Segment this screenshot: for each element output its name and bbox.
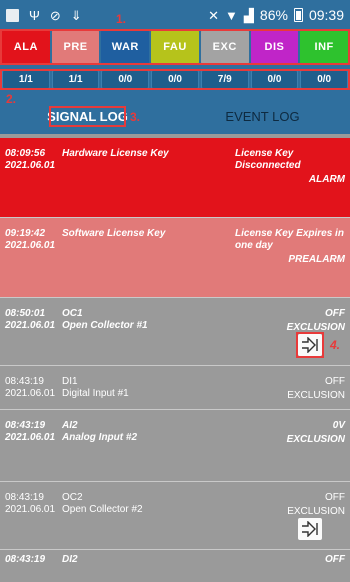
event-description: Analog Input #2	[62, 432, 137, 443]
battery-icon	[293, 8, 303, 22]
category-prealarm-button[interactable]: PRE	[51, 30, 100, 64]
event-description: Open Collector #2	[62, 504, 143, 515]
category-warning-button[interactable]: WAR	[101, 30, 150, 64]
count-prealarm: 1/1	[51, 70, 100, 89]
status-bar: Ψ ⊘ ⇓ ✕ ▼ ▟ 86% 09:39	[0, 0, 350, 30]
event-name: AI2	[62, 420, 78, 431]
log-tabs: SIGNAL LOG EVENT LOG	[0, 100, 350, 132]
event-severity: EXCLUSION	[287, 390, 345, 401]
annotation-label-2: 2.	[6, 92, 17, 106]
event-name: OC2	[62, 492, 83, 503]
event-time: 09:19:42	[5, 228, 46, 239]
event-name: DI1	[62, 376, 78, 387]
event-status: License Key Expires in one day	[235, 228, 344, 251]
count-exclusion: 7/9	[200, 70, 249, 89]
event-row-exclusion[interactable]: 08:43:19 2021.06.01 DI1 Digital Input #1 O…	[0, 366, 350, 410]
count-alarm: 1/1	[2, 70, 50, 89]
event-row-alarm[interactable]: 08:09:56 2021.06.01 Hardware License Key …	[0, 138, 350, 218]
notification-square-icon	[6, 8, 19, 22]
event-severity: PREALARM	[288, 254, 345, 265]
clock: 09:39	[308, 7, 344, 23]
event-row-exclusion[interactable]: 08:43:19 2021.06.01 OC2 Open Collector #2 …	[0, 482, 350, 550]
event-status: OFF	[325, 308, 345, 319]
usb-icon: Ψ	[29, 7, 40, 23]
event-description: Open Collector #1	[62, 320, 148, 331]
exclusion-toggle-button[interactable]	[298, 518, 322, 540]
tab-event-log[interactable]: EVENT LOG	[175, 109, 350, 124]
event-status: OFF	[325, 492, 345, 503]
event-date: 2021.06.01	[5, 320, 56, 331]
event-time: 08:43:19	[5, 376, 44, 387]
event-date: 2021.06.01	[5, 160, 56, 171]
category-disabled-button[interactable]: DIS	[250, 30, 299, 64]
count-fault: 0/0	[151, 70, 199, 89]
category-counts: 1/1 1/1 0/0 0/0 7/9 0/0 0/0	[0, 70, 350, 89]
category-fault-button[interactable]: FAU	[151, 30, 199, 64]
event-time: 08:43:19	[5, 420, 46, 431]
event-description: Digital Input #1	[62, 388, 129, 399]
category-info-button[interactable]: INF	[300, 30, 349, 64]
event-name: DI2	[62, 554, 78, 565]
sync-icon: ⊘	[49, 7, 61, 23]
event-row-exclusion[interactable]: 08:43:19 2021.06.01 AI2 Analog Input #2 0V…	[0, 410, 350, 482]
event-status: 0V	[332, 420, 345, 431]
count-info: 0/0	[300, 70, 349, 89]
event-time: 08:43:19	[5, 554, 46, 565]
category-buttons: ALA PRE WAR FAU EXC DIS INF	[0, 30, 350, 64]
event-severity: ALARM	[308, 174, 345, 185]
event-severity: EXCLUSION	[287, 506, 345, 517]
category-exclusion-button[interactable]: EXC	[200, 30, 249, 64]
event-name: OC1	[62, 308, 83, 319]
event-row-exclusion[interactable]: 08:50:01 2021.06.01 OC1 Open Collector #1 …	[0, 298, 350, 366]
download-icon: ⇓	[70, 7, 82, 23]
event-row-exclusion[interactable]: 08:43:19 DI2 OFF	[0, 550, 350, 582]
signal-icon: ▟	[243, 7, 254, 23]
event-row-prealarm[interactable]: 09:19:42 2021.06.01 Software License Key …	[0, 218, 350, 298]
event-date: 2021.06.01	[5, 388, 56, 399]
count-disabled: 0/0	[250, 70, 299, 89]
exclusion-arrow-icon	[302, 521, 318, 537]
event-severity: EXCLUSION	[286, 434, 345, 445]
event-time: 08:50:01	[5, 308, 46, 319]
event-date: 2021.06.01	[5, 504, 56, 515]
event-name: Software License Key	[62, 228, 166, 239]
category-alarm-button[interactable]: ALA	[2, 30, 50, 64]
exclusion-toggle-button[interactable]	[298, 334, 322, 356]
event-severity: EXCLUSION	[286, 322, 345, 333]
event-status: OFF	[325, 376, 345, 387]
tab-signal-log[interactable]: SIGNAL LOG	[0, 109, 175, 124]
count-warning: 0/0	[101, 70, 150, 89]
mute-icon: ✕	[208, 7, 220, 23]
event-date: 2021.06.01	[5, 240, 56, 251]
annotation-label-4: 4.	[329, 338, 340, 352]
battery-percent: 86%	[259, 7, 288, 23]
event-name: Hardware License Key	[62, 148, 169, 159]
annotation-label-1: 1.	[116, 12, 127, 26]
annotation-label-3: 3.	[130, 110, 141, 124]
exclusion-arrow-icon	[302, 337, 318, 353]
event-date: 2021.06.01	[5, 432, 56, 443]
signal-log-list: 08:09:56 2021.06.01 Hardware License Key …	[0, 138, 350, 582]
wifi-icon: ▼	[225, 7, 238, 23]
event-status: OFF	[325, 554, 345, 565]
event-status: License Key Disconnected	[235, 148, 301, 171]
event-time: 08:43:19	[5, 492, 44, 503]
event-time: 08:09:56	[5, 148, 46, 159]
